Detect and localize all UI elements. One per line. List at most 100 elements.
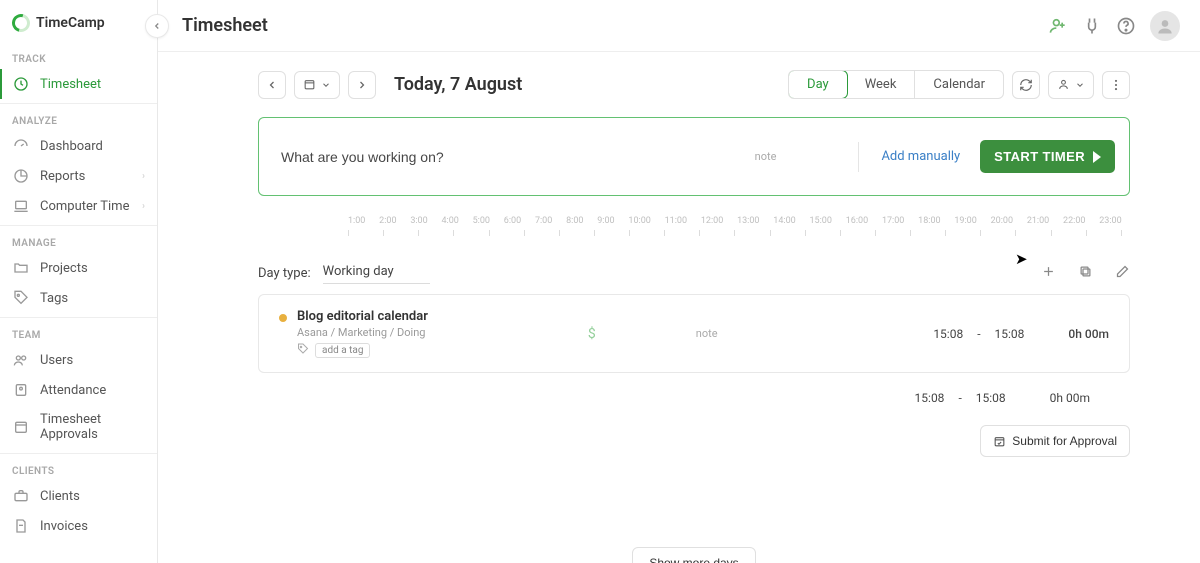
section-header-analyze: ANALYZE (0, 104, 157, 131)
total-start: 15:08 (915, 391, 945, 405)
section-header-manage: MANAGE (0, 226, 157, 253)
nav-tags[interactable]: Tags (0, 283, 157, 313)
chevron-down-icon (1075, 80, 1085, 90)
submit-approval-button[interactable]: Submit for Approval (980, 425, 1130, 457)
section-header-team: TEAM (0, 318, 157, 345)
nav-label: Users (40, 353, 145, 368)
view-toggle: Day Week Calendar (788, 70, 1004, 99)
entry-note-button[interactable]: note (696, 327, 718, 340)
help-icon[interactable] (1116, 16, 1136, 36)
file-icon (12, 518, 30, 534)
app: TimeCamp TRACK Timesheet ANALYZE Dashboa… (0, 0, 1200, 563)
total-end: 15:08 (976, 391, 1006, 405)
entry-end-time[interactable]: 15:08 (995, 327, 1025, 341)
time-entry[interactable]: Blog editorial calendar Asana / Marketin… (258, 294, 1130, 373)
ruler-hour-label: 10:00 (628, 216, 650, 226)
plug-icon[interactable] (1082, 16, 1102, 36)
ruler-tick (770, 230, 771, 236)
ruler-hour-label: 21:00 (1027, 216, 1049, 226)
gauge-icon (12, 138, 30, 154)
collapse-sidebar-button[interactable] (145, 14, 169, 38)
refresh-button[interactable] (1012, 71, 1040, 99)
ruler-hour-label: 20:00 (991, 216, 1013, 226)
timeline-ruler: 1:002:003:004:005:006:007:008:009:0010:0… (258, 216, 1130, 236)
ruler-hour-label: 13:00 (737, 216, 759, 226)
entry-start-time[interactable]: 15:08 (933, 327, 963, 341)
chevron-right-icon: › (142, 201, 145, 212)
timer-box: note Add manually START TIMER (258, 117, 1130, 196)
ruler-tick (805, 230, 806, 236)
users-icon (12, 352, 30, 368)
ruler-tick (524, 230, 525, 236)
user-filter-button[interactable] (1048, 71, 1094, 99)
nav-label: Tags (40, 291, 145, 306)
task-input[interactable] (281, 149, 745, 165)
ruler-tick (1051, 230, 1052, 236)
nav-users[interactable]: Users (0, 345, 157, 375)
calendar-check-icon (993, 435, 1006, 448)
ruler-tick (840, 230, 841, 236)
chevron-left-icon (266, 79, 278, 91)
ruler-hour-label: 12:00 (701, 216, 723, 226)
date-picker-button[interactable] (294, 71, 340, 99)
ruler-hour-label: 15:00 (810, 216, 832, 226)
edit-button[interactable] (1115, 264, 1130, 283)
ruler-hour-label: 6:00 (504, 216, 521, 226)
avatar[interactable] (1150, 11, 1180, 41)
add-entry-button[interactable] (1041, 264, 1056, 283)
laptop-icon (12, 198, 30, 214)
nav-clients[interactable]: Clients (0, 481, 157, 511)
ruler-tick (383, 230, 384, 236)
ruler-tick (980, 230, 981, 236)
nav-reports[interactable]: Reports › (0, 161, 157, 191)
note-button[interactable]: note (755, 150, 777, 163)
ruler-hour-label: 18:00 (918, 216, 940, 226)
view-week[interactable]: Week (847, 71, 916, 98)
ruler-tick (699, 230, 700, 236)
nav-timesheet[interactable]: Timesheet (0, 69, 157, 99)
cursor-icon: ➤ (1015, 250, 1028, 268)
page-title: Timesheet (182, 15, 268, 36)
content: Today, 7 August Day Week Calendar note (158, 52, 1200, 563)
ruler-tick (875, 230, 876, 236)
daytype-row: Day type: Working day ➤ (258, 262, 1130, 284)
ruler-hour-label: 4:00 (441, 216, 458, 226)
ruler-tick (559, 230, 560, 236)
nav-dashboard[interactable]: Dashboard (0, 131, 157, 161)
view-calendar[interactable]: Calendar (915, 71, 1003, 98)
nav-timesheet-approvals[interactable]: Timesheet Approvals (0, 405, 157, 449)
invite-user-icon[interactable] (1048, 16, 1068, 36)
nav-label: Dashboard (40, 139, 145, 154)
ruler-tick (418, 230, 419, 236)
add-manually-link[interactable]: Add manually (881, 149, 960, 164)
more-days-row: Show more days (258, 547, 1130, 563)
calendar-icon (303, 78, 316, 91)
more-options-button[interactable] (1102, 71, 1130, 99)
user-icon (1057, 78, 1070, 91)
entry-duration[interactable]: 0h 00m (1068, 327, 1109, 341)
submit-approval-label: Submit for Approval (1012, 434, 1117, 448)
brand-logo[interactable]: TimeCamp (12, 14, 145, 32)
nav-invoices[interactable]: Invoices (0, 511, 157, 541)
chevron-down-icon (321, 80, 331, 90)
billable-toggle[interactable]: $ (588, 326, 596, 342)
prev-day-button[interactable] (258, 71, 286, 99)
next-day-button[interactable] (348, 71, 376, 99)
nav-computer-time[interactable]: Computer Time › (0, 191, 157, 221)
section-header-clients: CLIENTS (0, 454, 157, 481)
show-more-days-button[interactable]: Show more days (632, 547, 755, 563)
ruler-hour-label: 22:00 (1063, 216, 1085, 226)
total-duration: 0h 00m (1050, 391, 1090, 405)
ruler-hour-label: 1:00 (348, 216, 365, 226)
copy-button[interactable] (1078, 264, 1093, 283)
start-timer-button[interactable]: START TIMER (980, 140, 1115, 173)
nav-projects[interactable]: Projects (0, 253, 157, 283)
nav-attendance[interactable]: Attendance (0, 375, 157, 405)
submit-row: Submit for Approval (258, 425, 1130, 457)
view-day[interactable]: Day (788, 70, 848, 99)
add-tag-button[interactable]: add a tag (315, 343, 370, 358)
daytype-value[interactable]: Working day (323, 262, 430, 284)
ruler-tick (489, 230, 490, 236)
ruler-hour-label: 8:00 (566, 216, 583, 226)
controls-row: Today, 7 August Day Week Calendar (258, 70, 1130, 99)
